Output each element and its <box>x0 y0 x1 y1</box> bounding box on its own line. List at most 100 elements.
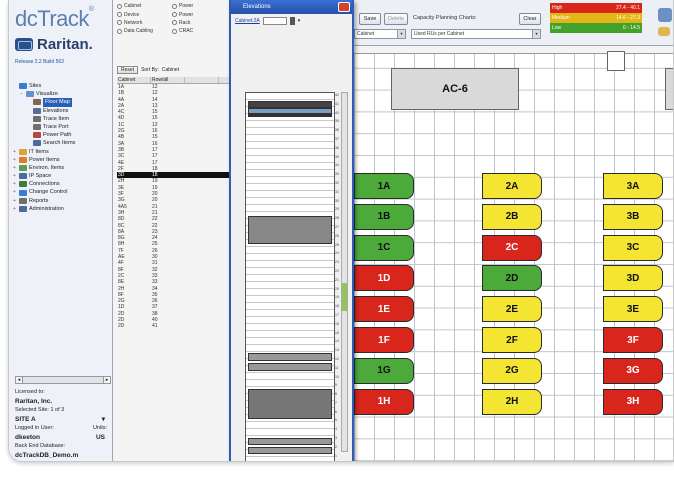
cabinet-2a[interactable]: 2A <box>482 173 542 199</box>
cabinet-link[interactable]: Cabinet:2A <box>235 18 260 24</box>
tree-item[interactable]: − Visualize <box>13 90 111 98</box>
cabinet-selector[interactable] <box>262 17 287 25</box>
cabinet-2b[interactable]: 2B <box>482 203 542 230</box>
radio-circle-icon[interactable] <box>172 12 177 18</box>
cabinet-2c[interactable]: 2C <box>482 234 542 261</box>
radio-option[interactable]: CRAC <box>172 28 227 34</box>
tree-item[interactable]: Trace Item <box>13 115 111 123</box>
raritan-logo: Raritan. <box>15 36 93 53</box>
table-row[interactable]: 2D 41 <box>117 323 229 329</box>
save-button[interactable]: Save <box>359 13 381 25</box>
radio-circle-icon[interactable] <box>172 3 177 9</box>
license-label: Licensed to: <box>15 389 45 395</box>
cabinet-1e[interactable]: 1E <box>354 296 414 323</box>
cabinet-2f[interactable]: 2F <box>482 327 542 353</box>
rack-device[interactable] <box>248 363 332 371</box>
cabinet-2d[interactable]: 2D <box>482 265 542 292</box>
scroll-thumb[interactable] <box>342 283 347 311</box>
rack-device[interactable] <box>248 389 332 419</box>
rack-device[interactable] <box>248 447 332 454</box>
tree-item[interactable]: + Environ. Items <box>13 164 111 172</box>
tree-item[interactable]: + Power Items <box>13 156 111 164</box>
tree-item-icon <box>19 197 27 204</box>
radio-label: CRAC <box>179 28 194 35</box>
tree-item[interactable]: + Administration <box>13 205 111 213</box>
site-selector[interactable]: SITE A ▾ <box>15 415 113 424</box>
tree-item-icon <box>33 140 41 147</box>
rack-device[interactable] <box>248 438 332 445</box>
cabinet-3b[interactable]: 3B <box>603 203 663 230</box>
reset-button[interactable]: Reset <box>117 66 139 74</box>
elevation-scrollbar[interactable] <box>341 92 348 452</box>
cabinet-1b[interactable]: 1B <box>354 203 414 230</box>
cabinet-3h[interactable]: 3H <box>603 388 663 415</box>
dropdown-icon[interactable]: ▾ <box>298 18 301 24</box>
cabinet-3f[interactable]: 3F <box>603 327 663 353</box>
radio-option[interactable]: Cabinet <box>117 3 172 9</box>
radio-circle-icon[interactable] <box>117 28 122 34</box>
rack-device[interactable] <box>248 101 332 108</box>
ac-unit-partial[interactable] <box>665 68 673 110</box>
radio-circle-icon[interactable] <box>172 20 177 26</box>
raritan-logo-icon <box>15 38 33 51</box>
elevation-titlebar[interactable]: Elevations <box>231 0 352 14</box>
clear-button[interactable]: Clear <box>519 13 541 25</box>
tree-item[interactable]: + Connections <box>13 180 111 188</box>
units-value: US <box>95 434 105 441</box>
scroll-right-icon[interactable]: ▸ <box>103 376 111 384</box>
tree-item[interactable]: Sites <box>13 82 111 90</box>
cabinet-1a[interactable]: 1A <box>354 173 414 199</box>
radio-option[interactable]: Device <box>117 12 172 18</box>
tree-item-label: Trace Port <box>43 123 69 130</box>
rack-icon[interactable] <box>289 17 295 25</box>
cabinet-1h[interactable]: 1H <box>354 388 414 415</box>
radio-circle-icon[interactable] <box>117 20 122 26</box>
radio-option[interactable]: Rack <box>172 20 227 26</box>
cabinet-2e[interactable]: 2E <box>482 296 542 323</box>
grid-header-cabinet[interactable]: Cabinet <box>117 77 151 83</box>
tree-item[interactable]: Elevations <box>13 107 111 115</box>
cabinet-3c[interactable]: 3C <box>603 234 663 261</box>
cabinet-1g[interactable]: 1G <box>354 357 414 384</box>
rack-device[interactable] <box>248 353 332 361</box>
toolbar-tool-icon[interactable] <box>658 8 672 22</box>
site-dropdown-icon[interactable]: ▾ <box>102 415 105 424</box>
tree-item[interactable]: + Change Control <box>13 188 111 196</box>
cabinet-2h[interactable]: 2H <box>482 388 542 415</box>
radio-option[interactable]: Power <box>172 3 227 9</box>
tree-horizontal-scrollbar[interactable]: ◂ ▸ <box>15 376 111 384</box>
delete-button[interactable]: Delete <box>384 13 408 25</box>
tree-item[interactable]: + IT Items <box>13 148 111 156</box>
cabinet-2g[interactable]: 2G <box>482 357 542 384</box>
cabinet-1d[interactable]: 1D <box>354 265 414 292</box>
toolbar-expand-icon[interactable] <box>658 27 670 36</box>
tree-item[interactable]: Trace Port <box>13 123 111 131</box>
capacity-chart-select[interactable]: Used RUs per Cabinet ▾ <box>411 29 541 39</box>
ac-unit[interactable]: AC-6 <box>391 68 519 110</box>
tree-item[interactable]: Search Items <box>13 139 111 147</box>
tree-item[interactable]: Floor Map <box>13 98 111 107</box>
cabinet-3d[interactable]: 3D <box>603 265 663 292</box>
radio-circle-icon[interactable] <box>172 28 177 34</box>
grid-header-row[interactable]: Row/all <box>151 77 185 83</box>
floor-map[interactable]: AC-6 1A 1B 1C 1D 1E 1F 1G 1H 2A 2B 2C 2D 2E 2F 2G 2H 3A 3… <box>354 46 673 461</box>
scroll-left-icon[interactable]: ◂ <box>15 376 23 384</box>
cabinet-3e[interactable]: 3E <box>603 296 663 323</box>
rack-device[interactable] <box>248 114 332 117</box>
radio-option[interactable]: Data Cabling <box>117 28 172 34</box>
cabinet-3g[interactable]: 3G <box>603 357 663 384</box>
sort-by-value[interactable]: Cabinet <box>162 67 179 73</box>
tree-item[interactable]: + Reports <box>13 197 111 205</box>
radio-circle-icon[interactable] <box>117 12 122 18</box>
radio-circle-icon[interactable] <box>117 3 122 9</box>
tree-item[interactable]: + IP Space <box>13 172 111 180</box>
close-icon[interactable] <box>338 2 350 12</box>
rack-device[interactable] <box>248 216 332 244</box>
tree-item[interactable]: Power Path <box>13 131 111 139</box>
radio-option[interactable]: Power <box>172 12 227 18</box>
cabinet-3a[interactable]: 3A <box>603 173 663 199</box>
item-type-select[interactable]: Cabinet ▾ <box>354 29 406 39</box>
radio-option[interactable]: Network <box>117 20 172 26</box>
cabinet-1f[interactable]: 1F <box>354 327 414 353</box>
cabinet-1c[interactable]: 1C <box>354 234 414 261</box>
